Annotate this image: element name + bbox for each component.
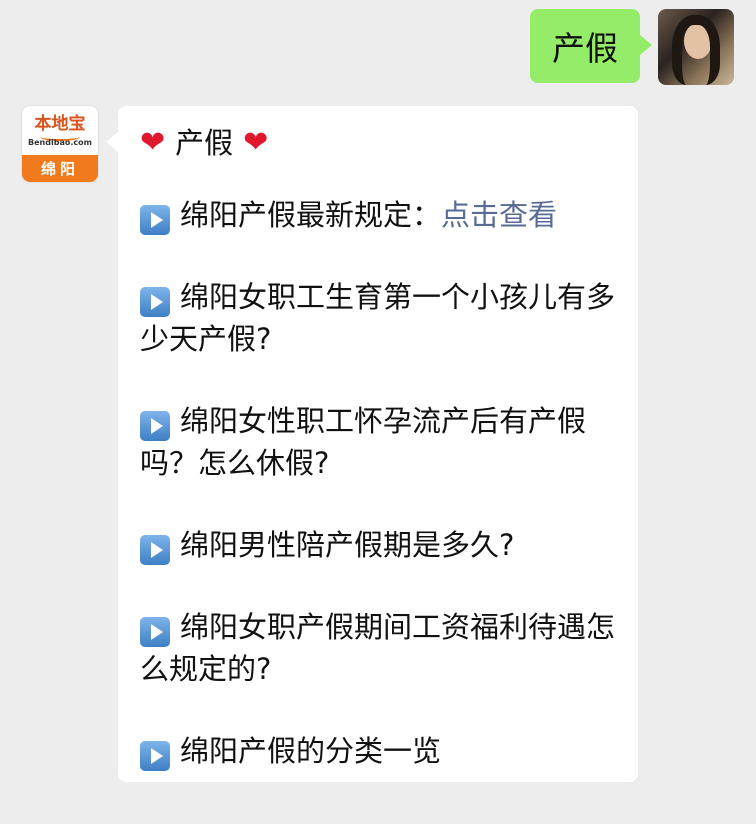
list-item[interactable]: 绵阳产假的分类一览 <box>140 730 616 772</box>
play-icon <box>140 411 170 441</box>
item-text: 绵阳女职产假期间工资福利待遇怎么规定的? <box>140 610 616 686</box>
item-text: 绵阳男性陪产假期是多久? <box>180 528 515 562</box>
logo-domain-text: Bendibao.com <box>28 138 92 147</box>
play-icon <box>140 535 170 565</box>
item-text: 绵阳女性职工怀孕流产后有产假吗？怎么休假? <box>140 404 587 480</box>
play-icon <box>140 287 170 317</box>
my-message-row: 产假 <box>530 9 734 85</box>
item-text: 绵阳产假的分类一览 <box>180 734 442 768</box>
play-icon <box>140 205 170 235</box>
list-item[interactable]: 绵阳女职工生育第一个小孩儿有多少天产假? <box>140 276 616 360</box>
heart-icon: ❤ <box>243 125 269 160</box>
logo-city-text: 绵阳 <box>22 155 98 182</box>
my-message-bubble[interactable]: 产假 <box>530 9 652 83</box>
message-heading: ❤ 产假 ❤ <box>140 122 616 164</box>
item-text: 绵阳女职工生育第一个小孩儿有多少天产假? <box>140 280 616 356</box>
heart-icon: ❤ <box>140 125 166 160</box>
my-avatar[interactable] <box>658 9 734 85</box>
my-message-text: 产假 <box>552 29 618 68</box>
item-text: 绵阳产假最新规定： <box>180 198 442 232</box>
list-item[interactable]: 绵阳女职产假期间工资福利待遇怎么规定的? <box>140 606 616 690</box>
avatar-hair <box>672 15 720 85</box>
list-item[interactable]: 绵阳女性职工怀孕流产后有产假吗？怎么休假? <box>140 400 616 484</box>
bendibao-logo-avatar[interactable]: 本地宝 Bendibao.com 绵阳 <box>22 106 98 182</box>
bot-message-row: 本地宝 Bendibao.com 绵阳 ❤ 产假 ❤ 绵阳产假最新规定：点击查看… <box>22 106 638 782</box>
list-item[interactable]: 绵阳产假最新规定：点击查看 <box>140 194 616 236</box>
play-icon <box>140 617 170 647</box>
heading-text: 产假 <box>175 126 234 160</box>
play-icon <box>140 741 170 771</box>
view-link[interactable]: 点击查看 <box>441 198 557 232</box>
list-item[interactable]: 绵阳男性陪产假期是多久? <box>140 524 616 566</box>
bot-message-bubble: ❤ 产假 ❤ 绵阳产假最新规定：点击查看 绵阳女职工生育第一个小孩儿有多少天产假… <box>106 106 638 782</box>
logo-brand-text: 本地宝 <box>34 114 86 134</box>
